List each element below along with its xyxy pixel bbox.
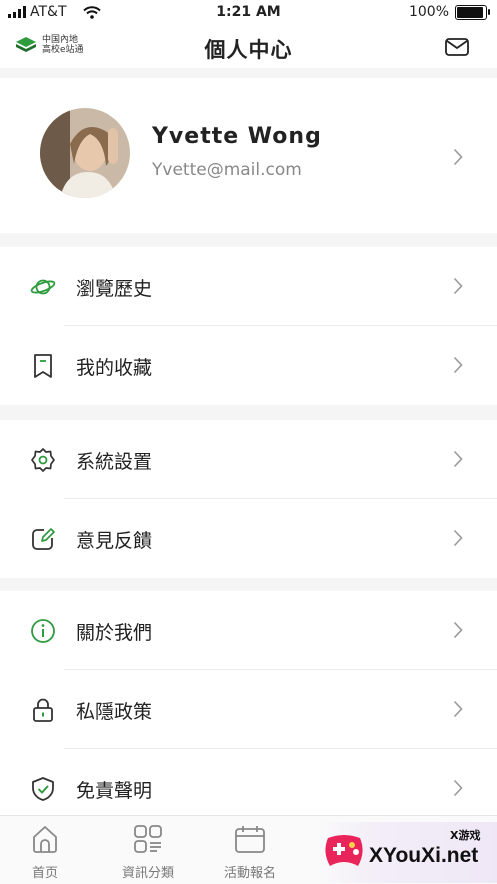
tab-categories[interactable]: 資訊分類 (98, 824, 198, 881)
watermark-small-text: X游戏 (450, 829, 481, 842)
menu-label: 瀏覽歷史 (76, 278, 153, 300)
profile-card[interactable]: Yvette Wong Yvette@mail.com (0, 78, 497, 233)
edit-icon (32, 528, 55, 550)
watermark: X游戏 XYouXi.net (317, 822, 497, 883)
profile-name: Yvette Wong (152, 124, 322, 149)
chevron-right-icon[interactable] (453, 148, 463, 166)
gamepad-logo-icon (325, 835, 363, 866)
menu-label: 意見反饋 (76, 530, 153, 552)
menu-group-settings: 系統設置 意見反饋 (0, 420, 497, 578)
planet-icon (30, 279, 56, 295)
menu-item-history[interactable]: 瀏覽歷史 (0, 247, 497, 326)
menu-group-about: 關於我們 私隱政策 免責聲明 (0, 591, 497, 828)
tab-label: 首页 (31, 866, 58, 881)
menu-label: 系統設置 (76, 451, 153, 473)
menu-item-feedback[interactable]: 意見反饋 (0, 499, 497, 578)
avatar[interactable] (40, 108, 130, 198)
menu-label: 我的收藏 (76, 357, 153, 379)
status-bar: AT&T 1:21 AM 100% (0, 0, 497, 26)
menu-group-browsing: 瀏覽歷史 我的收藏 (0, 247, 497, 405)
profile-email: Yvette@mail.com (152, 160, 302, 180)
calendar-icon (235, 826, 265, 853)
chevron-right-icon (453, 529, 463, 547)
menu-item-favorites[interactable]: 我的收藏 (0, 326, 497, 405)
home-icon (33, 826, 57, 853)
menu-label: 免責聲明 (76, 780, 153, 802)
chevron-right-icon (453, 621, 463, 639)
info-icon (31, 619, 55, 643)
page-title: 個人中心 (204, 38, 293, 62)
battery-icon (455, 4, 490, 20)
chevron-right-icon (453, 450, 463, 468)
menu-item-about-us[interactable]: 關於我們 (0, 591, 497, 670)
menu-item-system-settings[interactable]: 系統設置 (0, 420, 497, 499)
chevron-right-icon (453, 779, 463, 797)
tab-label: 活動報名 (223, 866, 276, 881)
mail-icon[interactable] (445, 38, 469, 56)
category-icon (134, 825, 162, 853)
chevron-right-icon (453, 356, 463, 374)
menu-label: 私隱政策 (76, 701, 153, 723)
shield-check-icon (32, 777, 54, 801)
bookmark-icon (34, 354, 52, 378)
chevron-right-icon (453, 277, 463, 295)
watermark-text: XYouXi.net (369, 844, 479, 867)
battery-percent: 100% (408, 4, 449, 20)
tab-home[interactable]: 首页 (0, 824, 95, 881)
menu-item-privacy-policy[interactable]: 私隱政策 (0, 670, 497, 749)
gear-icon (31, 448, 55, 472)
battery-status: 100% (408, 4, 490, 20)
nav-bar: 中国內地 高校e站通 個人中心 (0, 26, 497, 68)
lock-icon (33, 698, 53, 722)
tab-events[interactable]: 活動報名 (200, 824, 300, 881)
menu-label: 關於我們 (76, 622, 153, 644)
tab-label: 資訊分類 (121, 866, 174, 881)
chevron-right-icon (453, 700, 463, 718)
